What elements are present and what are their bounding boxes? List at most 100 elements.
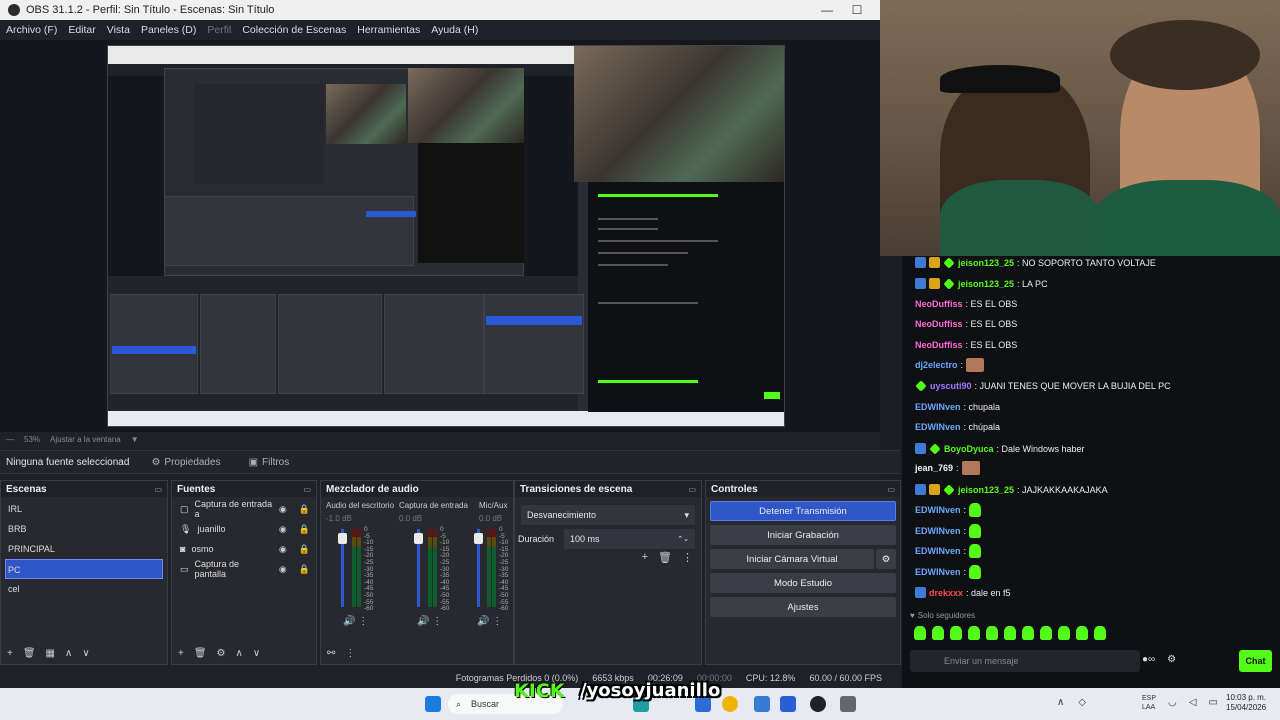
menu-editar[interactable]: Editar xyxy=(68,24,95,36)
source-item[interactable]: ◙ osmo ◉ 🔒 xyxy=(172,539,316,559)
more-icon[interactable]: ⋮ xyxy=(682,551,693,564)
studio-mode-button[interactable]: Modo Estudio xyxy=(710,573,896,593)
stop-streaming-button[interactable]: Detener Transmisión xyxy=(710,501,896,521)
link-icon[interactable]: ⚯ xyxy=(327,648,335,659)
stepper-icon[interactable]: ⌃⌄ xyxy=(677,535,689,543)
preview-canvas[interactable] xyxy=(0,40,880,432)
search-icon: ⌕ xyxy=(456,698,462,709)
menu-bar: Archivo (F) Editar Vista Paneles (D) Per… xyxy=(0,20,880,40)
language-indicator[interactable]: ESP LAA xyxy=(1142,694,1156,712)
settings-taskbar-icon[interactable] xyxy=(840,696,856,712)
duration-label: Duración xyxy=(518,534,555,544)
app-icon[interactable] xyxy=(754,696,770,712)
heart-icon: ♥ xyxy=(910,611,915,620)
level-meter xyxy=(433,529,437,607)
chat-message: jeison123_25: LA PC xyxy=(915,277,1048,290)
status-bar: Fotogramas Perdidos 0 (0.0%) 6653 kbps 0… xyxy=(0,668,900,688)
menu-coleccion-escenas[interactable]: Colección de Escenas xyxy=(242,24,346,36)
chat-message: NeoDuffiss: ES EL OBS xyxy=(915,299,1018,309)
trash-icon[interactable]: 🗑 xyxy=(194,648,207,659)
menu-herramientas[interactable]: Herramientas xyxy=(357,24,420,36)
up-icon[interactable]: ∧ xyxy=(236,648,243,659)
undock-icon[interactable]: ▭ xyxy=(303,485,311,494)
filter-icon[interactable]: ▦ xyxy=(46,648,55,659)
volume-slider-knob[interactable] xyxy=(414,533,423,544)
chrome-icon[interactable] xyxy=(722,696,738,712)
scene-item-selected[interactable]: PC xyxy=(5,559,163,579)
level-meter xyxy=(428,529,432,607)
lock-icon[interactable]: 🔒 xyxy=(299,544,310,555)
menu-perfil[interactable]: Perfil xyxy=(207,24,231,36)
emote-icon xyxy=(969,524,982,538)
trash-icon[interactable]: 🗑 xyxy=(658,551,672,564)
add-icon[interactable]: + xyxy=(642,551,648,564)
windows-start-icon[interactable] xyxy=(425,696,441,712)
trash-icon[interactable]: 🗑 xyxy=(23,648,36,659)
menu-vista[interactable]: Vista xyxy=(107,24,130,36)
lock-icon[interactable]: 🔒 xyxy=(299,524,310,535)
undock-icon[interactable]: ▭ xyxy=(887,485,895,494)
lock-icon[interactable]: 🔒 xyxy=(299,564,310,575)
scene-item[interactable]: BRB xyxy=(1,519,167,539)
users-icon[interactable]: ●∞ xyxy=(1142,654,1155,665)
add-icon[interactable]: + xyxy=(7,648,13,659)
vegas-icon[interactable] xyxy=(780,696,796,712)
zoom-mode[interactable]: Ajustar a la ventana xyxy=(50,435,121,444)
duration-field[interactable]: 100 ms ⌃⌄ xyxy=(564,529,695,549)
wifi-icon[interactable]: ◡ xyxy=(1168,697,1177,708)
virtual-camera-button[interactable]: Iniciar Cámara Virtual xyxy=(710,549,874,569)
source-item[interactable]: ▭ Captura de pantalla ◉ 🔒 xyxy=(172,559,316,579)
zoom-minus[interactable]: — xyxy=(6,435,14,444)
down-icon[interactable]: ∨ xyxy=(82,648,89,659)
chevron-up-icon[interactable]: ∧ xyxy=(1057,697,1064,708)
tray-icons[interactable]: ◡ ◁ ▭ xyxy=(1168,697,1218,708)
properties-button[interactable]: ⚙ Propiedades xyxy=(145,454,226,471)
speaker-icon[interactable]: 🔊 ⋮ xyxy=(477,616,502,627)
more-icon[interactable]: ⋮ xyxy=(345,648,355,659)
gear-icon[interactable]: ⚙ xyxy=(1167,654,1176,665)
gear-icon[interactable]: ⚙ xyxy=(876,549,896,569)
add-icon[interactable]: + xyxy=(178,648,184,659)
zoom-dropdown-icon[interactable]: ▼ xyxy=(131,435,139,444)
shield-icon[interactable]: ◇ xyxy=(1078,697,1086,708)
source-item[interactable]: 🎙 juanillo ◉ 🔒 xyxy=(172,519,316,539)
battery-icon[interactable]: ▭ xyxy=(1208,697,1217,708)
volume-slider-knob[interactable] xyxy=(338,533,347,544)
minimize-icon[interactable]: — xyxy=(812,0,842,20)
lock-icon[interactable]: 🔒 xyxy=(299,504,310,515)
emote-bar[interactable] xyxy=(914,626,1106,640)
settings-button[interactable]: Ajustes xyxy=(710,597,896,617)
maximize-icon[interactable]: ☐ xyxy=(842,0,872,20)
eye-icon[interactable]: ◉ xyxy=(279,544,287,555)
eye-icon[interactable]: ◉ xyxy=(279,564,287,575)
up-icon[interactable]: ∧ xyxy=(65,648,72,659)
scenes-toolbar: + 🗑 ▦ ∧ ∨ xyxy=(1,642,167,664)
menu-paneles[interactable]: Paneles (D) xyxy=(141,24,196,36)
obs-taskbar-icon[interactable] xyxy=(810,696,826,712)
volume-slider-knob[interactable] xyxy=(474,533,483,544)
gear-icon[interactable]: ⚙ xyxy=(217,648,226,659)
filter-icon: ▣ xyxy=(248,456,259,468)
chat-send-button[interactable]: Chat xyxy=(1239,650,1272,672)
eye-icon[interactable]: ◉ xyxy=(279,524,287,535)
scene-item[interactable]: PRINCIPAL xyxy=(1,539,167,559)
undock-icon[interactable]: ▭ xyxy=(688,485,696,494)
volume-icon[interactable]: ◁ xyxy=(1189,697,1197,708)
undock-icon[interactable]: ▭ xyxy=(154,485,162,494)
chat-message: EDWINven: xyxy=(915,565,982,579)
chat-input[interactable]: Enviar un mensaje xyxy=(910,650,1140,672)
scene-item[interactable]: cel xyxy=(1,579,167,599)
source-item[interactable]: ▢ Captura de entrada a ◉ 🔒 xyxy=(172,499,316,519)
eye-icon[interactable]: ◉ xyxy=(279,504,287,515)
menu-ayuda[interactable]: Ayuda (H) xyxy=(431,24,478,36)
menu-archivo[interactable]: Archivo (F) xyxy=(6,24,57,36)
system-tray[interactable]: ∧ ◇ xyxy=(1057,697,1086,708)
speaker-icon[interactable]: 🔊 ⋮ xyxy=(343,616,368,627)
filters-button[interactable]: ▣ Filtros xyxy=(243,454,296,471)
speaker-icon[interactable]: 🔊 ⋮ xyxy=(417,616,442,627)
clock[interactable]: 10:03 p. m. 15/04/2026 xyxy=(1226,693,1266,713)
scene-item[interactable]: IRL xyxy=(1,499,167,519)
transition-select[interactable]: Desvanecimiento ▾ xyxy=(521,505,695,525)
down-icon[interactable]: ∨ xyxy=(253,648,260,659)
start-recording-button[interactable]: Iniciar Grabación xyxy=(710,525,896,545)
